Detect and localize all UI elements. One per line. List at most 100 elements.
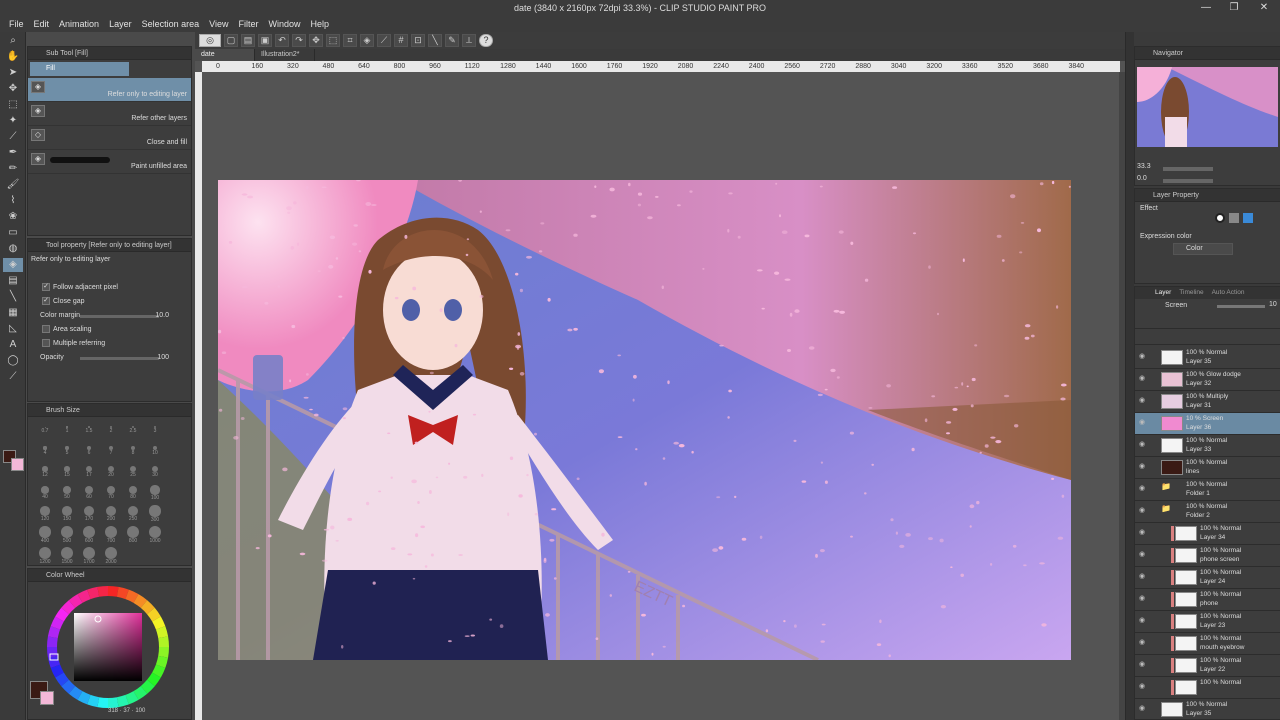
brush-size-cell[interactable]: 15 (56, 463, 78, 481)
eye-icon[interactable]: ◉ (1139, 683, 1147, 690)
layer-opacity-slider[interactable] (1217, 305, 1265, 308)
layer-row[interactable]: ◉ 100 % Multiply Layer 31 (1135, 391, 1280, 413)
brush-size-cell[interactable]: 1.5 (78, 421, 100, 439)
layer-row[interactable]: ◉ 100 % Glow dodge Layer 32 (1135, 369, 1280, 391)
effect-tone-icon[interactable] (1229, 213, 1239, 223)
brush-size-cell[interactable]: 50 (56, 484, 78, 502)
save-icon[interactable]: ▣ (258, 34, 272, 47)
layer-row[interactable]: ◉ 📁 100 % Normal Folder 2 (1135, 501, 1280, 523)
eye-icon[interactable]: ◉ (1139, 375, 1147, 382)
sub-color-swatch[interactable] (11, 458, 24, 471)
opacity-slider[interactable] (80, 357, 159, 360)
checkbox-icon[interactable]: ✓ (42, 283, 50, 292)
menu-edit[interactable]: Edit (29, 19, 55, 29)
layer-row[interactable]: ◉ 100 % Normal Layer 35 (1135, 699, 1280, 720)
eye-icon[interactable]: ◉ (1139, 419, 1147, 426)
subtool-paint-unfilled[interactable]: ◈ Paint unfilled area (28, 150, 191, 174)
expression-color-select[interactable]: Color (1173, 243, 1233, 255)
eyedropper-tool-icon[interactable]: ⟋ (3, 130, 23, 144)
transform-icon[interactable]: ✥ (309, 34, 323, 47)
cw-sub-color[interactable] (40, 691, 54, 705)
layer-row[interactable]: ◉ 100 % Normal Layer 23 (1135, 611, 1280, 633)
brush-tool-icon[interactable]: 🖌 (3, 178, 23, 192)
layer-row[interactable]: ◉ 100 % Normal Layer 35 (1135, 347, 1280, 369)
eye-icon[interactable]: ◉ (1139, 573, 1147, 580)
menu-filter[interactable]: Filter (233, 19, 263, 29)
artwork[interactable]: EZTT (218, 180, 1071, 660)
opacity-row[interactable]: Opacity 100 (28, 351, 191, 365)
menu-animation[interactable]: Animation (54, 19, 104, 29)
redo-icon[interactable]: ↷ (292, 34, 306, 47)
multiple-referring-row[interactable]: Multiple referring (28, 337, 191, 351)
rotate-slider[interactable] (1163, 179, 1213, 183)
auto-select-tool-icon[interactable]: ✦ (3, 114, 23, 128)
menu-file[interactable]: File (4, 19, 29, 29)
checkbox-icon[interactable] (42, 325, 50, 334)
layer-row[interactable]: ◉ 100 % Normal Layer 24 (1135, 567, 1280, 589)
menu-view[interactable]: View (204, 19, 233, 29)
brush-size-cell[interactable]: 25 (122, 463, 144, 481)
select-all-icon[interactable]: ⬚ (326, 34, 340, 47)
subtool-refer-editing[interactable]: ◈ Refer only to editing layer (28, 78, 191, 102)
brush-size-cell[interactable]: 5 (56, 442, 78, 460)
eye-icon[interactable]: ◉ (1139, 661, 1147, 668)
figure-tool-icon[interactable]: ╲ (3, 290, 23, 304)
color-wheel[interactable] (38, 583, 178, 711)
hand-tool-icon[interactable]: ✋ (3, 50, 23, 64)
menu-selection-area[interactable]: Selection area (137, 19, 205, 29)
layer-row[interactable]: ◉ 100 % Normal (1135, 677, 1280, 699)
navigator-preview[interactable] (1137, 67, 1278, 147)
pen-pressure-icon[interactable]: ✎ (445, 34, 459, 47)
ruler-tool-icon[interactable]: ◺ (3, 322, 23, 336)
airbrush-tool-icon[interactable]: ⌇ (3, 194, 23, 208)
brush-size-cell[interactable]: 700 (100, 526, 122, 544)
ruler-icon[interactable]: ╲ (428, 34, 442, 47)
brush-size-cell[interactable]: 4 (34, 442, 56, 460)
brush-size-cell[interactable]: 170 (78, 505, 100, 523)
tab-illustration2[interactable]: Illustration2* (255, 49, 315, 61)
brush-size-cell[interactable]: 20 (100, 463, 122, 481)
menu-layer[interactable]: Layer (104, 19, 137, 29)
clip-studio-icon[interactable]: ◎ (199, 34, 221, 47)
follow-adjacent-row[interactable]: ✓ Follow adjacent pixel (28, 281, 191, 295)
brush-size-cell[interactable]: 100 (144, 484, 166, 502)
brush-size-cell[interactable]: 800 (122, 526, 144, 544)
brush-size-cell[interactable]: 3 (144, 421, 166, 439)
brush-size-cell[interactable]: 10 (144, 442, 166, 460)
brush-size-cell[interactable]: 150 (56, 505, 78, 523)
snap-grid-icon[interactable]: # (394, 34, 408, 47)
layer-row[interactable]: ◉ 100 % Normal phone screen (1135, 545, 1280, 567)
tab-auto-action[interactable]: Auto Action (1208, 287, 1249, 299)
brush-size-cell[interactable]: 0.7 (34, 421, 56, 439)
operation-tool-icon[interactable]: ➤ (3, 66, 23, 80)
crop-icon[interactable]: ⌗ (343, 34, 357, 47)
subtool-group-tab[interactable]: Fill (30, 62, 129, 76)
brush-size-cell[interactable]: 40 (34, 484, 56, 502)
checkbox-icon[interactable]: ✓ (42, 297, 50, 306)
brush-size-cell[interactable]: 60 (78, 484, 100, 502)
layer-row[interactable]: ◉ 📁 100 % Normal Folder 1 (1135, 479, 1280, 501)
brush-size-cell[interactable]: 7 (100, 442, 122, 460)
help-icon[interactable]: ? (479, 34, 493, 47)
brush-size-cell[interactable]: 1500 (56, 547, 78, 565)
blend-tool-icon[interactable]: ◍ (3, 242, 23, 256)
brush-size-cell[interactable]: 1000 (144, 526, 166, 544)
brush-size-cell[interactable]: 8 (122, 442, 144, 460)
tab-timeline[interactable]: Timeline (1175, 287, 1207, 299)
layer-row[interactable]: ◉ 100 % Normal Layer 33 (1135, 435, 1280, 457)
brush-size-cell[interactable]: 600 (78, 526, 100, 544)
brush-size-cell[interactable]: 70 (100, 484, 122, 502)
tab-layer[interactable]: Layer (1135, 287, 1175, 299)
fill-icon[interactable]: ◈ (360, 34, 374, 47)
eye-icon[interactable]: ◉ (1139, 441, 1147, 448)
layer-row[interactable]: ◉ 10 % Screen Layer 36 (1135, 413, 1280, 435)
brush-size-cell[interactable]: 250 (122, 505, 144, 523)
checkbox-icon[interactable] (42, 339, 50, 348)
effect-color-icon[interactable] (1243, 213, 1253, 223)
effect-border-icon[interactable] (1215, 213, 1225, 223)
subtool-refer-other[interactable]: ◈ Refer other layers (28, 102, 191, 126)
correct-line-tool-icon[interactable]: ⟋ (3, 370, 23, 384)
minimize-button[interactable]: — (1192, 0, 1220, 16)
brush-size-cell[interactable]: 17 (78, 463, 100, 481)
eye-icon[interactable]: ◉ (1139, 353, 1147, 360)
